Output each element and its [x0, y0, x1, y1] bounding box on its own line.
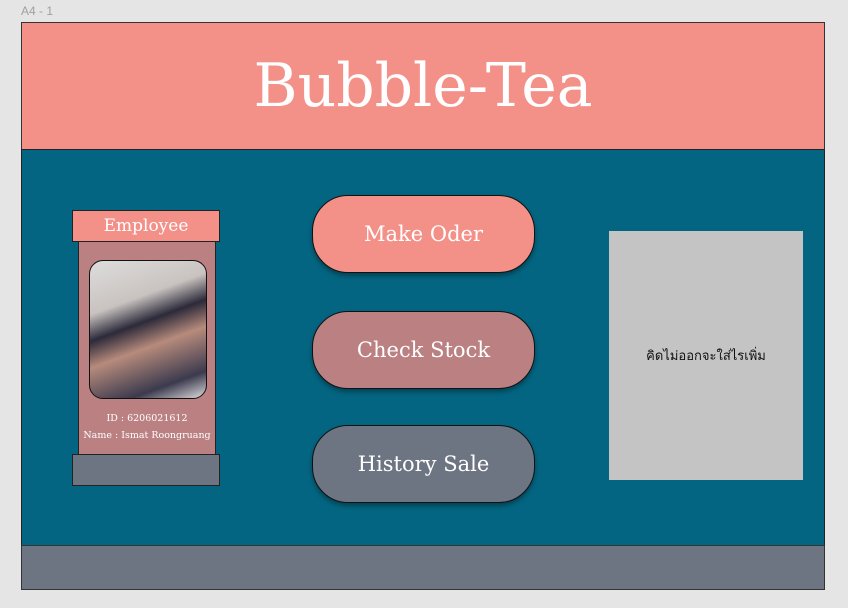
make-order-button[interactable]: Make Oder [312, 195, 535, 273]
placeholder-text: คิดไม่ออกจะใส่ไรเพิ่ม [646, 349, 766, 364]
employee-photo [89, 260, 207, 399]
history-sale-button[interactable]: History Sale [312, 425, 535, 503]
employee-card-footer [72, 454, 220, 486]
employee-card-title: Employee [72, 210, 220, 242]
check-stock-button[interactable]: Check Stock [312, 311, 535, 389]
employee-name: Name : Ismat Roongruang [83, 430, 211, 441]
app-header: Bubble-Tea [21, 22, 825, 150]
app-title: Bubble-Tea [253, 51, 593, 121]
footer-bar [21, 545, 825, 590]
frame-label: A4 - 1 [21, 4, 54, 18]
employee-id: ID : 6206021612 [106, 413, 188, 424]
placeholder-panel: คิดไม่ออกจะใส่ไรเพิ่ม [609, 231, 803, 480]
